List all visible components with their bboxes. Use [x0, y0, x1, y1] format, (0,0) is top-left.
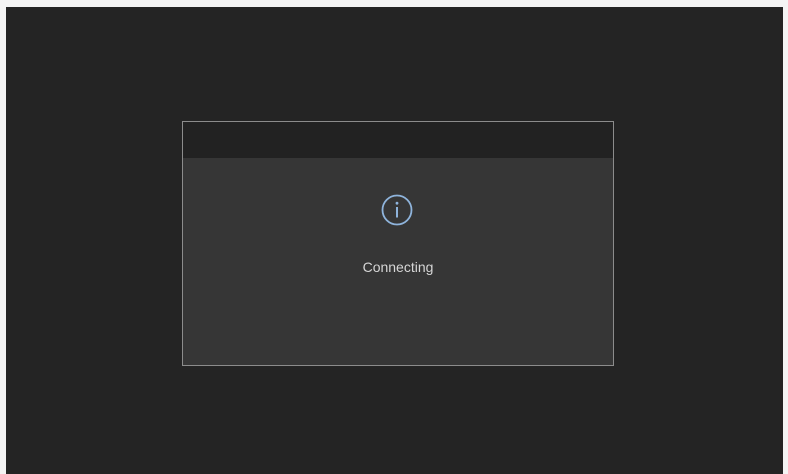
- dialog-titlebar: [183, 122, 613, 158]
- info-icon: [381, 194, 413, 226]
- dialog-message: Connecting: [362, 259, 434, 275]
- screen-background: Connecting: [6, 7, 783, 474]
- connecting-dialog: Connecting: [182, 121, 614, 366]
